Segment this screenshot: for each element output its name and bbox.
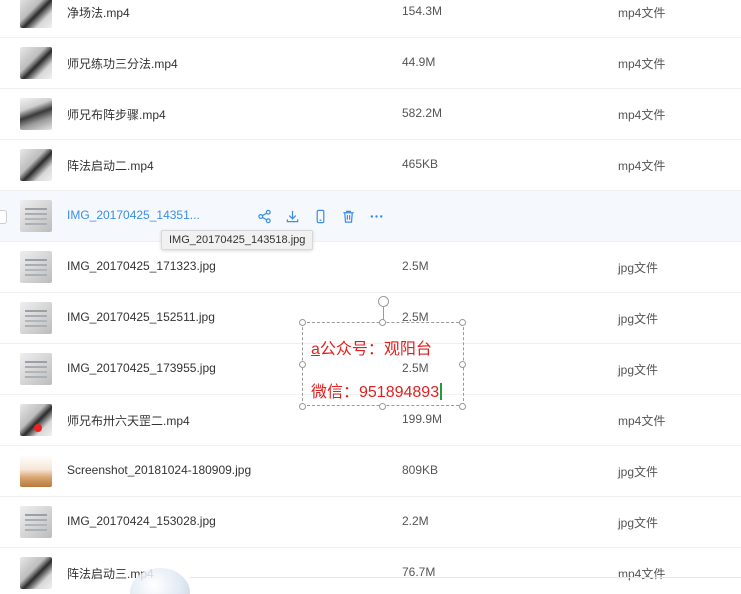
file-size: 809KB bbox=[402, 463, 439, 477]
file-name[interactable]: 师兄布阵步骤.mp4 bbox=[67, 106, 166, 123]
row-actions bbox=[257, 208, 397, 224]
resize-handle[interactable] bbox=[299, 361, 306, 368]
video-thumbnail[interactable] bbox=[20, 149, 52, 181]
file-type: mp4文件 bbox=[618, 108, 666, 122]
file-type: jpg文件 bbox=[618, 363, 659, 377]
text-caret bbox=[440, 383, 443, 400]
watermark-line-2: 微信：951894893 bbox=[311, 378, 443, 402]
resize-handle[interactable] bbox=[459, 361, 466, 368]
file-name[interactable]: Screenshot_20181024-180909.jpg bbox=[67, 463, 251, 477]
divider bbox=[190, 577, 741, 578]
watermark-line-1-first-char: a bbox=[311, 341, 320, 358]
more-icon[interactable] bbox=[369, 208, 397, 224]
file-name[interactable]: 师兄布卅六天罡二.mp4 bbox=[67, 412, 190, 429]
image-thumbnail[interactable] bbox=[20, 200, 52, 232]
image-thumbnail[interactable] bbox=[20, 251, 52, 283]
file-size: 582.2M bbox=[402, 106, 443, 120]
file-type: jpg文件 bbox=[618, 312, 659, 326]
file-size: 44.9M bbox=[402, 55, 436, 69]
file-name[interactable]: IMG_20170425_152511.jpg bbox=[67, 310, 215, 324]
filename-tooltip: IMG_20170425_143518.jpg bbox=[161, 230, 314, 250]
watermark-textbox[interactable]: a公众号：观阳台 微信：951894893 bbox=[299, 296, 466, 410]
watermark-line-2-text: 微信：951894893 bbox=[311, 384, 440, 401]
share-icon[interactable] bbox=[257, 208, 285, 224]
file-row-hovered[interactable]: IMG_20170425_14351... bbox=[0, 191, 741, 242]
resize-handle[interactable] bbox=[379, 403, 386, 410]
file-size: 465KB bbox=[402, 157, 439, 171]
video-thumbnail[interactable] bbox=[20, 0, 52, 28]
file-name[interactable]: 师兄练功三分法.mp4 bbox=[67, 55, 178, 72]
file-type: mp4文件 bbox=[618, 57, 666, 71]
image-thumbnail[interactable] bbox=[20, 506, 52, 538]
file-row[interactable]: IMG_20170424_153028.jpg 2.2M jpg文件 bbox=[0, 497, 741, 548]
file-type: jpg文件 bbox=[618, 465, 659, 479]
trash-icon[interactable] bbox=[341, 208, 369, 224]
video-thumbnail[interactable] bbox=[20, 47, 52, 79]
image-thumbnail[interactable] bbox=[20, 455, 52, 487]
file-type: mp4文件 bbox=[618, 6, 666, 20]
rotate-handle[interactable] bbox=[378, 296, 389, 307]
file-type: mp4文件 bbox=[618, 414, 666, 428]
file-row[interactable]: 净场法.mp4 154.3M mp4文件 bbox=[0, 0, 741, 38]
resize-handle[interactable] bbox=[299, 319, 306, 326]
file-name[interactable]: IMG_20170425_14351... bbox=[67, 208, 200, 222]
resize-handle[interactable] bbox=[299, 403, 306, 410]
file-name[interactable]: IMG_20170425_173955.jpg bbox=[67, 361, 216, 375]
file-size: 2.5M bbox=[402, 259, 429, 273]
download-icon[interactable] bbox=[285, 208, 313, 224]
file-size: 2.2M bbox=[402, 514, 429, 528]
file-row[interactable]: 阵法启动三.mp4 76.7M mp4文件 bbox=[0, 548, 741, 594]
resize-handle[interactable] bbox=[379, 319, 386, 326]
file-row[interactable]: 阵法启动二.mp4 465KB mp4文件 bbox=[0, 140, 741, 191]
file-name[interactable]: IMG_20170425_171323.jpg bbox=[67, 259, 216, 273]
file-row[interactable]: IMG_20170425_171323.jpg 2.5M jpg文件 bbox=[0, 242, 741, 293]
video-thumbnail[interactable] bbox=[20, 557, 52, 589]
file-name[interactable]: 净场法.mp4 bbox=[67, 4, 130, 21]
resize-handle[interactable] bbox=[459, 403, 466, 410]
image-thumbnail[interactable] bbox=[20, 302, 52, 334]
file-type: jpg文件 bbox=[618, 261, 659, 275]
resize-handle[interactable] bbox=[459, 319, 466, 326]
file-list: 净场法.mp4 154.3M mp4文件 师兄练功三分法.mp4 44.9M m… bbox=[0, 0, 741, 594]
watermark-line-1-rest: 公众号：观阳台 bbox=[319, 341, 432, 358]
video-thumbnail[interactable] bbox=[20, 404, 52, 436]
file-row[interactable]: 师兄布阵步骤.mp4 582.2M mp4文件 bbox=[0, 89, 741, 140]
file-name[interactable]: 阵法启动二.mp4 bbox=[67, 157, 154, 174]
file-type: jpg文件 bbox=[618, 516, 659, 530]
file-name[interactable]: IMG_20170424_153028.jpg bbox=[67, 514, 216, 528]
file-row[interactable]: 师兄练功三分法.mp4 44.9M mp4文件 bbox=[0, 38, 741, 89]
phone-icon[interactable] bbox=[313, 208, 341, 224]
row-checkbox[interactable] bbox=[0, 210, 7, 224]
file-size: 199.9M bbox=[402, 412, 443, 426]
watermark-line-1: a公众号：观阳台 bbox=[311, 335, 432, 359]
file-type: mp4文件 bbox=[618, 159, 666, 173]
image-thumbnail[interactable] bbox=[20, 353, 52, 385]
file-type: mp4文件 bbox=[618, 567, 666, 581]
video-thumbnail[interactable] bbox=[20, 98, 52, 130]
file-row[interactable]: Screenshot_20181024-180909.jpg 809KB jpg… bbox=[0, 446, 741, 497]
file-size: 154.3M bbox=[402, 4, 443, 18]
